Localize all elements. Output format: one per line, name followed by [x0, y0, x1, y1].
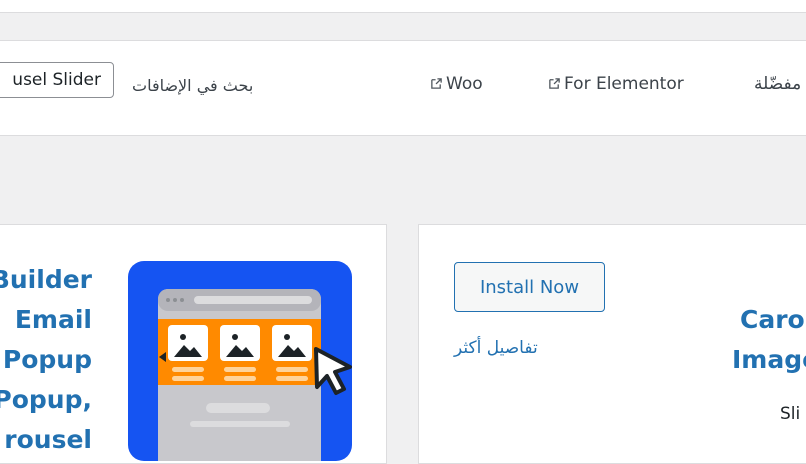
plugin-title-line: Popup,: [0, 385, 92, 414]
search-label: بحث في الإضافات: [132, 76, 254, 95]
tab-woo[interactable]: Woo: [430, 74, 483, 94]
top-strip: [0, 0, 806, 13]
plugin-title-line: Builder: [0, 265, 92, 294]
plugin-title-line: rousel: [4, 425, 92, 454]
tab-for-elementor-label: For Elementor: [564, 74, 684, 94]
more-details-link[interactable]: تفاصيل أكثر: [454, 338, 538, 358]
tab-woo-label: Woo: [446, 74, 483, 94]
install-now-button[interactable]: Install Now: [454, 262, 605, 312]
tab-favorites-label: مفضّلة: [754, 74, 802, 94]
plugin-title-line: Email: [14, 305, 92, 334]
plugin-filter-bar: [0, 40, 806, 136]
plugin-title-line: Image: [732, 345, 806, 374]
external-link-icon: [431, 78, 442, 89]
external-link-icon: [549, 78, 560, 89]
plugin-thumbnail[interactable]: [128, 261, 352, 461]
search-input[interactable]: [0, 62, 114, 98]
plugin-title-line: Popup: [2, 345, 92, 374]
plugin-title-line: Caro: [740, 305, 805, 334]
carousel-illustration-icon: [158, 289, 352, 461]
plugin-title[interactable]: Builder Email Popup Popup, rousel: [0, 260, 92, 460]
tab-for-elementor[interactable]: For Elementor: [548, 74, 684, 94]
plugin-description: Sli: [780, 404, 801, 424]
plugin-title[interactable]: Caro Image: [732, 300, 806, 380]
tab-favorites[interactable]: مفضّلة: [754, 74, 801, 94]
